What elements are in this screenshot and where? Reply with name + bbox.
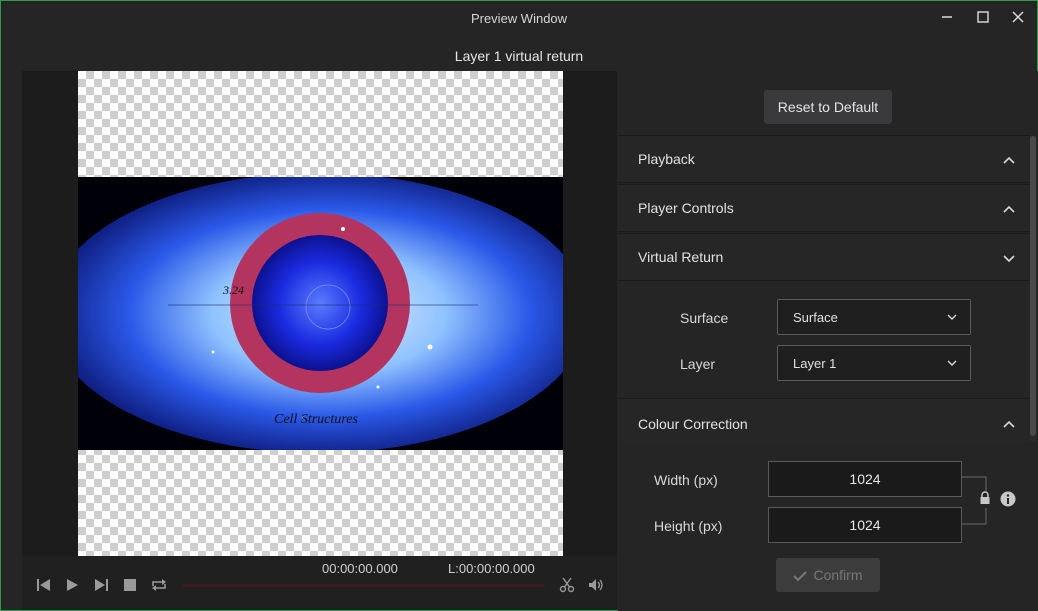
chevron-down-icon — [947, 314, 957, 320]
layer-dropdown[interactable]: Layer 1 — [777, 345, 971, 381]
section-colour-correction-label: Colour Correction — [638, 416, 748, 432]
skip-forward-icon[interactable] — [92, 576, 110, 594]
play-icon[interactable] — [63, 576, 81, 594]
maximize-icon[interactable] — [969, 7, 997, 29]
length-time: L:00:00:00.000 — [448, 561, 535, 576]
transparency-canvas: 3.24 Cell Structures — [78, 71, 563, 556]
surface-value: Surface — [793, 310, 838, 325]
section-colour-correction[interactable]: Colour Correction — [618, 398, 1030, 442]
chevron-up-icon — [1003, 205, 1015, 213]
svg-text:3.24: 3.24 — [222, 283, 244, 297]
confirm-label: Confirm — [813, 567, 863, 583]
transport-bar: 00:00:00.000 L:00:00:00.000 — [22, 556, 617, 610]
chevron-down-icon — [947, 360, 957, 366]
preview-area: 3.24 Cell Structures — [22, 71, 617, 556]
preview-subtitle: Layer 1 virtual return — [454, 48, 584, 64]
volume-icon[interactable] — [587, 576, 605, 594]
width-input[interactable]: 1024 — [768, 461, 962, 497]
confirm-button[interactable]: Confirm — [776, 558, 880, 592]
checkmark-icon — [793, 571, 808, 582]
chevron-up-icon — [1003, 156, 1015, 164]
surface-label: Surface — [680, 310, 729, 326]
window-title: Preview Window — [470, 11, 568, 26]
section-virtual-return-label: Virtual Return — [638, 249, 724, 265]
layer-label: Layer — [680, 356, 716, 372]
minimize-icon[interactable] — [933, 7, 961, 29]
surface-dropdown[interactable]: Surface — [777, 299, 971, 335]
section-player-controls-label: Player Controls — [638, 200, 734, 216]
reset-to-default-button[interactable]: Reset to Default — [764, 90, 892, 124]
layer-value: Layer 1 — [793, 356, 837, 371]
current-time: 00:00:00.000 — [322, 561, 398, 576]
scrollbar-thumb[interactable] — [1030, 136, 1036, 436]
progress-track[interactable] — [182, 584, 545, 587]
title-bar: Preview Window — [1, 1, 1037, 37]
section-playback-label: Playback — [638, 151, 695, 167]
settings-panel: Reset to Default Playback Player Control… — [618, 71, 1038, 611]
height-input[interactable]: 1024 — [768, 507, 962, 543]
skip-back-icon[interactable] — [35, 576, 53, 594]
video-frame: 3.24 Cell Structures — [78, 177, 563, 450]
stop-icon[interactable] — [121, 576, 139, 594]
loop-icon[interactable] — [150, 576, 168, 594]
width-label: Width (px) — [654, 472, 718, 488]
preview-window: Preview Window Layer 1 virtual return 3.… — [0, 0, 1038, 611]
height-label: Height (px) — [654, 518, 723, 534]
section-player-controls[interactable]: Player Controls — [618, 184, 1030, 232]
chevron-down-icon — [1003, 255, 1015, 263]
lock-icon[interactable] — [979, 491, 991, 505]
close-icon[interactable] — [1004, 7, 1032, 29]
chevron-up-icon — [1003, 420, 1015, 428]
info-icon[interactable] — [1000, 491, 1016, 507]
panel-scrollbar[interactable] — [1030, 136, 1036, 441]
section-playback[interactable]: Playback — [618, 135, 1030, 183]
section-virtual-return[interactable]: Virtual Return — [618, 233, 1030, 281]
scissors-icon[interactable] — [558, 576, 576, 594]
svg-text:Cell Structures: Cell Structures — [274, 412, 358, 427]
